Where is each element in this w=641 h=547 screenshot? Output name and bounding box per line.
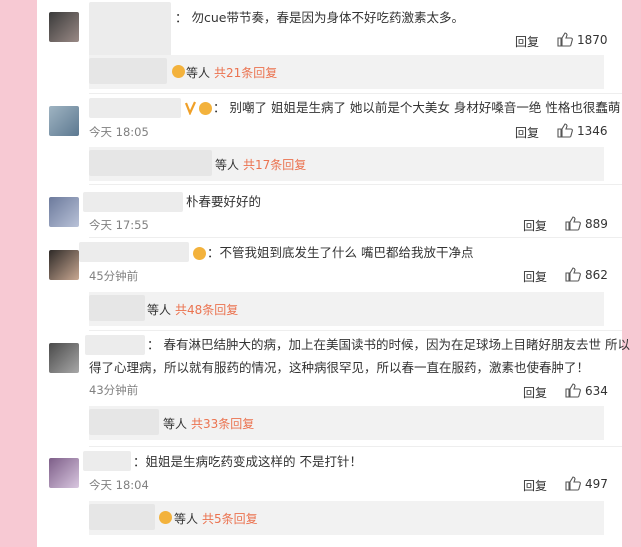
sub-replies[interactable]: 等人 共17条回复 (89, 147, 604, 181)
username-redacted[interactable] (89, 98, 181, 118)
replier-redacted (89, 504, 155, 530)
timestamp: 43分钟前 (89, 383, 139, 397)
divider (89, 237, 622, 238)
like-button[interactable]: 497 (565, 476, 608, 491)
sub-replies-count[interactable]: 共33条回复 (191, 417, 254, 431)
like-count: 634 (585, 383, 608, 398)
like-button[interactable]: 1346 (557, 123, 608, 138)
like-count: 497 (585, 476, 608, 491)
sub-replies-prefix: 等人 (147, 303, 172, 317)
thumbs-up-icon (565, 383, 581, 398)
avatar[interactable] (49, 197, 79, 227)
avatar[interactable] (49, 343, 79, 373)
reply-button[interactable]: 回复 (515, 33, 539, 50)
thumbs-up-icon (565, 476, 581, 491)
comment-text: 朴春要好好的 (186, 194, 262, 209)
comment-text: ： 勿cue带节奏，春是因为身体不好吃药激素太多。 (175, 10, 464, 25)
avatar[interactable] (49, 250, 79, 280)
sub-replies-count[interactable]: 共21条回复 (214, 66, 277, 80)
sub-replies-count[interactable]: 共5条回复 (202, 512, 258, 526)
emoji-icon (172, 65, 185, 78)
sub-replies-prefix: 等人 (186, 66, 211, 80)
replier-redacted (89, 295, 145, 321)
username-redacted[interactable] (83, 192, 183, 212)
comment-text: ：姐姐是生病吃药变成这样的 不是打针！ (133, 454, 362, 469)
thumbs-up-icon (565, 267, 581, 282)
sub-replies-prefix: 等人 (174, 512, 199, 526)
sub-replies-count[interactable]: 共48条回复 (175, 303, 238, 317)
username-redacted[interactable] (83, 451, 131, 471)
comment-list: ： 勿cue带节奏，春是因为身体不好吃药激素太多。 回复 1870 等人 共21条… (37, 0, 630, 547)
avatar[interactable] (49, 106, 79, 136)
username-redacted[interactable] (79, 242, 189, 262)
like-count: 1870 (577, 32, 608, 47)
like-button[interactable]: 862 (565, 267, 608, 282)
comment-text-line-2: 得了心理病，所以就有服药的情况，这种病很罕见，所以春一直在服药，激素也使春肿了！ (89, 360, 590, 375)
like-count: 862 (585, 267, 608, 282)
timestamp: 今天 17:55 (89, 218, 149, 232)
username-redacted[interactable] (89, 2, 171, 58)
verified-badge-icon (185, 101, 196, 115)
sub-replies-count[interactable]: 共17条回复 (243, 158, 306, 172)
thumbs-up-icon (565, 216, 581, 231)
sub-replies[interactable]: 等人 共33条回复 (89, 406, 604, 440)
timestamp: 45分钟前 (89, 269, 139, 283)
timestamp: 今天 18:05 (89, 125, 149, 139)
sub-replies[interactable]: 等人 共5条回复 (89, 501, 604, 535)
emoji-icon (159, 511, 172, 524)
emoji-icon (199, 102, 212, 115)
comment-text-line-1: ： 春有淋巴结肿大的病，加上在美国读书的时候，因为在足球场上目睹好朋友去世 所以 (147, 337, 630, 352)
comment-text: ：不管我姐到底发生了什么 嘴巴都给我放干净点 (207, 245, 474, 260)
avatar[interactable] (49, 458, 79, 488)
like-button[interactable]: 1870 (557, 32, 608, 47)
emoji-icon (193, 247, 206, 260)
sub-replies[interactable]: 等人 共48条回复 (89, 292, 604, 326)
replier-redacted (89, 58, 167, 84)
reply-button[interactable]: 回复 (515, 124, 539, 141)
avatar[interactable] (49, 12, 79, 42)
sub-replies-prefix: 等人 (215, 158, 240, 172)
divider (89, 446, 622, 447)
reply-button[interactable]: 回复 (523, 477, 547, 494)
reply-button[interactable]: 回复 (523, 384, 547, 401)
divider (89, 184, 622, 185)
replier-redacted (89, 150, 212, 176)
reply-button[interactable]: 回复 (523, 268, 547, 285)
replier-redacted (89, 409, 159, 435)
thumbs-up-icon (557, 32, 573, 47)
like-count: 889 (585, 216, 608, 231)
thumbs-up-icon (557, 123, 573, 138)
like-count: 1346 (577, 123, 608, 138)
timestamp: 今天 18:04 (89, 478, 149, 492)
sub-replies-prefix: 等人 (163, 417, 188, 431)
sub-replies[interactable]: 等人 共21条回复 (89, 55, 604, 89)
divider (89, 93, 622, 94)
username-redacted[interactable] (85, 335, 145, 355)
like-button[interactable]: 634 (565, 383, 608, 398)
like-button[interactable]: 889 (565, 216, 608, 231)
reply-button[interactable]: 回复 (523, 217, 547, 234)
comment-text: ： 别嘲了 姐姐是生病了 她以前是个大美女 身材好嗓音一绝 性格也很蠢萌 (213, 100, 621, 115)
divider (89, 330, 622, 331)
